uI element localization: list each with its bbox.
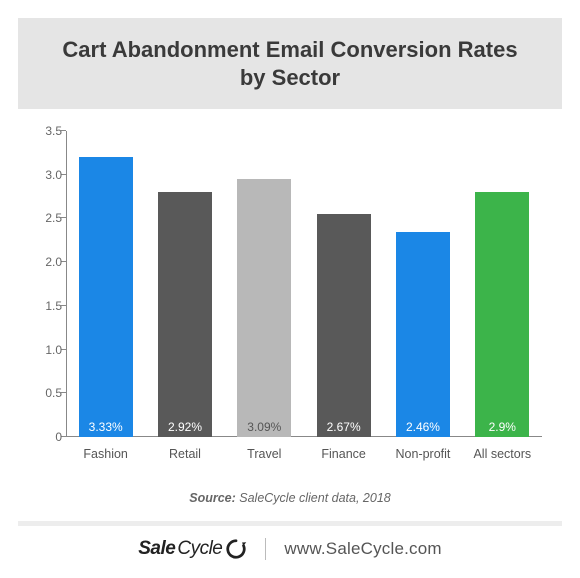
source-text: SaleCycle client data, 2018 — [236, 491, 391, 505]
category-label: Travel — [247, 447, 281, 461]
bar-value-label: 2.92% — [168, 420, 202, 437]
title-box: Cart Abandonment Email Conversion Rates … — [18, 18, 562, 109]
bar-slot: 2.9%All sectors — [463, 131, 542, 437]
bar-value-label: 2.46% — [406, 420, 440, 437]
bar: 3.33% — [79, 157, 133, 437]
bar: 2.46% — [396, 232, 450, 437]
bar-value-label: 3.33% — [89, 420, 123, 437]
footer-divider — [18, 521, 562, 526]
footer: SaleCycle www.SaleCycle.com — [18, 538, 562, 564]
bar: 3.09% — [237, 179, 291, 437]
y-tick-label: 2.5 — [32, 211, 62, 225]
brand-text-bold: Sale — [138, 538, 175, 560]
category-label: Retail — [169, 447, 201, 461]
bars-container: 3.33%Fashion2.92%Retail3.09%Travel2.67%F… — [66, 131, 542, 437]
bar-slot: 2.92%Retail — [145, 131, 224, 437]
y-tick-label: 1.0 — [32, 343, 62, 357]
y-tick-label: 0.5 — [32, 386, 62, 400]
brand-url: www.SaleCycle.com — [284, 539, 441, 559]
bar-slot: 3.33%Fashion — [66, 131, 145, 437]
brand-logo: SaleCycle — [138, 538, 247, 560]
bar-value-label: 2.67% — [327, 420, 361, 437]
bar: 2.92% — [158, 192, 212, 437]
bar-value-label: 3.09% — [247, 420, 281, 437]
y-tick-label: 0 — [32, 430, 62, 444]
bar: 2.9% — [475, 192, 529, 437]
bar-value-label: 2.9% — [489, 420, 516, 437]
bar-slot: 3.09%Travel — [225, 131, 304, 437]
source-label: Source: — [189, 491, 236, 505]
footer-separator — [265, 538, 266, 560]
bar: 2.67% — [317, 214, 371, 437]
y-tick-label: 2.0 — [32, 255, 62, 269]
y-tick-label: 3.5 — [32, 124, 62, 138]
chart-area: 3.33%Fashion2.92%Retail3.09%Travel2.67%F… — [28, 131, 552, 475]
bar-slot: 2.46%Non-profit — [383, 131, 462, 437]
source-line: Source: SaleCycle client data, 2018 — [18, 491, 562, 505]
brand-text-light: Cycle — [177, 538, 222, 560]
y-tick-label: 1.5 — [32, 299, 62, 313]
bar-slot: 2.67%Finance — [304, 131, 383, 437]
chart-card: Cart Abandonment Email Conversion Rates … — [0, 0, 580, 578]
plot-area: 3.33%Fashion2.92%Retail3.09%Travel2.67%F… — [66, 131, 542, 437]
chart-title: Cart Abandonment Email Conversion Rates … — [48, 36, 532, 91]
category-label: All sectors — [473, 447, 531, 461]
y-tick-label: 3.0 — [32, 168, 62, 182]
cycle-icon — [225, 538, 247, 560]
category-label: Finance — [321, 447, 365, 461]
category-label: Non-profit — [396, 447, 451, 461]
category-label: Fashion — [83, 447, 127, 461]
